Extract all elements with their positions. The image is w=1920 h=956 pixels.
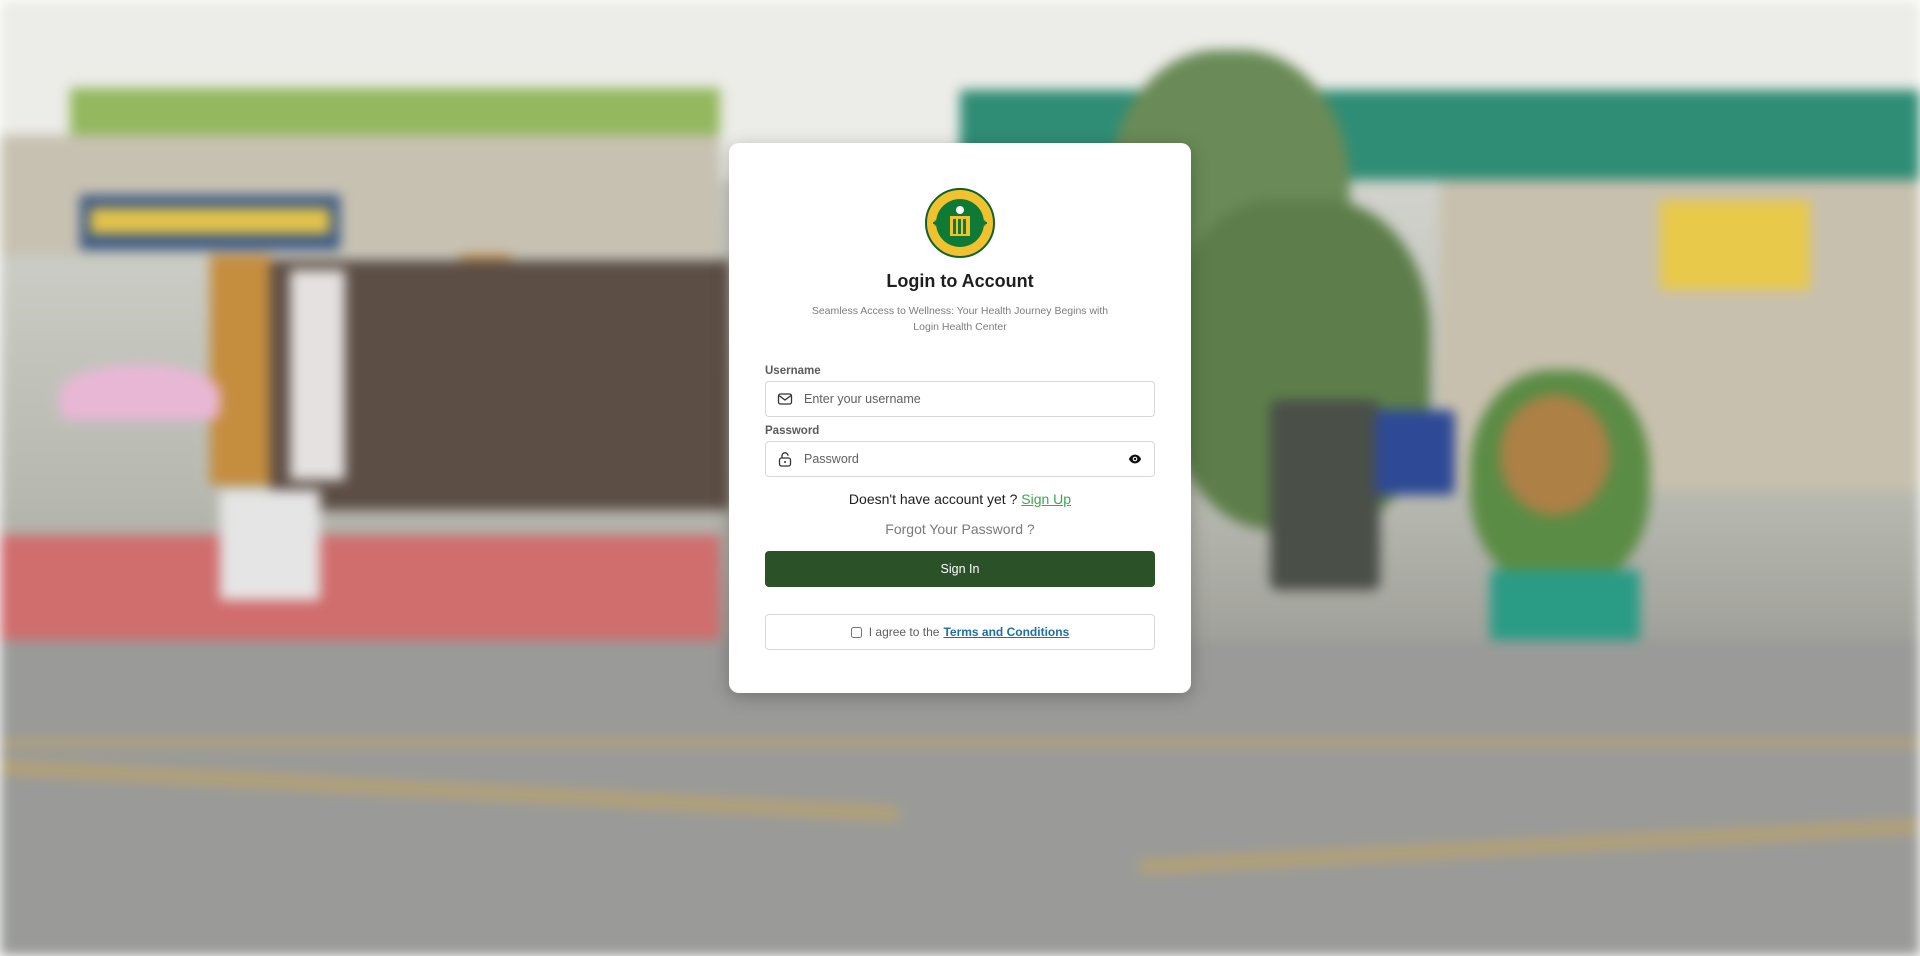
terms-box: I agree to the Terms and Conditions [765,614,1155,650]
forgot-password-link[interactable]: Forgot Your Password ? [765,521,1155,537]
password-field[interactable] [765,441,1155,477]
logo-container [765,188,1155,258]
password-label: Password [765,425,820,437]
sign-in-button[interactable]: Sign In [765,551,1155,587]
page-title: Login to Account [886,271,1034,291]
page-subtitle: Seamless Access to Wellness: Your Health… [811,305,1109,333]
no-account-text: Doesn't have account yet ? [848,491,1018,507]
mail-icon [776,390,794,408]
terms-prefix: I agree to the [868,625,940,639]
health-center-logo [925,188,995,258]
password-input[interactable] [802,451,1126,467]
terms-link[interactable]: Terms and Conditions [943,625,1069,639]
login-card: Login to Account Seamless Access to Well… [729,143,1191,693]
show-password-icon[interactable] [1126,450,1144,468]
signup-prompt: Doesn't have account yet ? Sign Up [765,491,1155,507]
username-input[interactable] [802,391,1144,407]
sign-up-link[interactable]: Sign Up [1021,491,1071,507]
username-label: Username [765,365,821,377]
username-field[interactable] [765,381,1155,417]
lock-icon [776,450,794,468]
terms-checkbox[interactable] [850,626,862,638]
